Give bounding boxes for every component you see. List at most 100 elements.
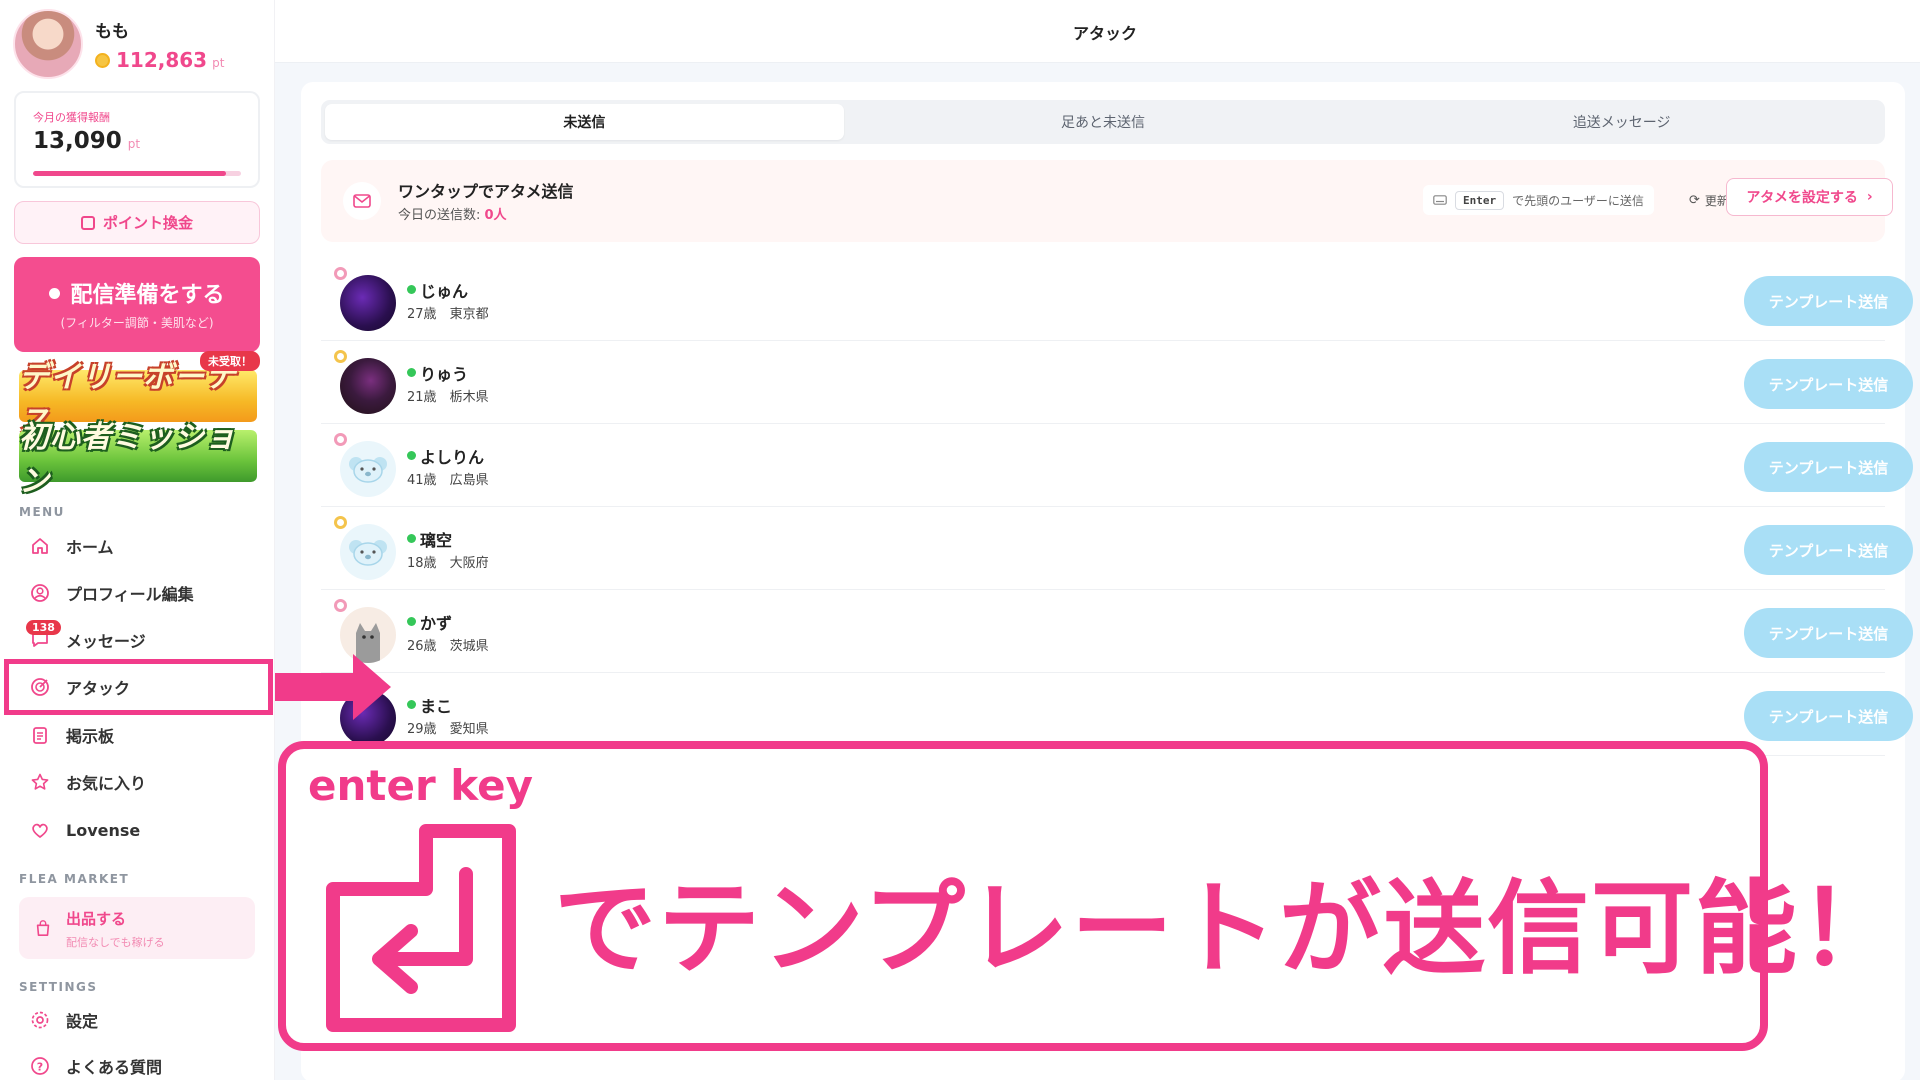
user-location: 茨城県 [449, 639, 489, 654]
earnings-progress-fill [33, 171, 227, 176]
user-name: よしりん [420, 448, 485, 467]
page-title: アタック [1072, 24, 1137, 43]
status-ring-icon [334, 516, 347, 529]
user-row[interactable]: じゅん 27歳 東京都 テンプレート送信 [321, 258, 1913, 341]
user-avatar[interactable] [340, 275, 396, 331]
user-location: 愛知県 [449, 722, 489, 737]
user-location: 栃木県 [449, 390, 489, 405]
user-location: 東京都 [449, 307, 489, 322]
user-name: もも [95, 22, 129, 42]
tab-follow-up-message[interactable]: 追送メッセージ [1362, 104, 1881, 140]
points-unit: pt [212, 56, 225, 70]
menu-label-lovense: Lovense [66, 820, 141, 840]
menu-label-message: メッセージ [66, 632, 146, 651]
menu-item-home[interactable]: ホーム [10, 524, 265, 568]
user-avatar[interactable] [340, 441, 396, 497]
user-list: じゅん 27歳 東京都 テンプレート送信 りゅう 21歳 栃木県 テンプレート送信 よしりん… [321, 258, 1913, 756]
menu-item-message[interactable]: 138 メッセージ [10, 618, 265, 662]
screen: もも 112,863 pt 今月の獲得報酬 13,090 pt ポイント換金 配… [0, 0, 1920, 1080]
menu-item-profile[interactable]: プロフィール編集 [10, 571, 265, 615]
status-ring-icon [334, 599, 347, 612]
enter-key-label: Enter [1455, 190, 1505, 210]
user-row[interactable]: りゅう 21歳 栃木県 テンプレート送信 [321, 341, 1913, 424]
live-dot-icon [49, 287, 61, 299]
template-send-button[interactable]: テンプレート送信 [1744, 276, 1913, 326]
menu-item-lovense[interactable]: Lovense [10, 808, 265, 852]
user-meta: 41歳 広島県 [407, 469, 489, 488]
user-row[interactable]: かず 26歳 茨城県 テンプレート送信 [321, 590, 1913, 673]
refresh-button[interactable]: ⟳ 更新 [1689, 192, 1729, 209]
coin-icon [95, 53, 110, 68]
annotation-arrow-head [353, 654, 391, 720]
user-name: 璃空 [420, 531, 453, 550]
user-name: りゅう [420, 365, 469, 384]
user-name: まこ [420, 697, 453, 716]
menu-item-board[interactable]: 掲示板 [10, 713, 265, 757]
unclaimed-badge: 未受取！ [200, 351, 260, 371]
user-avatar[interactable] [340, 358, 396, 414]
mail-icon [343, 182, 381, 220]
today-send-count-value: 0人 [484, 208, 507, 223]
page-header: アタック [275, 0, 1920, 63]
exchange-icon [80, 215, 95, 230]
template-send-button[interactable]: テンプレート送信 [1744, 359, 1913, 409]
earnings-progress-bar [33, 171, 241, 176]
template-send-button[interactable]: テンプレート送信 [1744, 608, 1913, 658]
home-icon [32, 538, 48, 554]
stream-button-subtitle: (フィルター調節・美肌など) [60, 316, 214, 330]
status-ring-icon [334, 433, 347, 446]
svg-text:?: ? [37, 1061, 43, 1074]
flea-market-list-button[interactable]: 出品する 配信なしでも稼げる [19, 897, 255, 959]
shopping-bag-icon [36, 920, 50, 937]
menu-item-attack[interactable]: アタック [10, 665, 265, 709]
menu-label-attack: アタック [66, 679, 131, 698]
user-avatar[interactable] [13, 9, 83, 79]
target-icon [31, 678, 49, 696]
one-tap-title: ワンタップでアタメ送信 [398, 182, 574, 201]
user-avatar[interactable] [340, 524, 396, 580]
tab-bar: 未送信 足あと未送信 追送メッセージ [321, 100, 1885, 144]
chevron-right-icon: › [1866, 189, 1873, 205]
annotation-message: でテンプレートが送信可能！ [554, 870, 1903, 989]
menu-item-favorites[interactable]: お気に入り [10, 760, 265, 804]
menu-label-board: 掲示板 [66, 727, 115, 746]
point-exchange-button[interactable]: ポイント換金 [14, 201, 260, 244]
tab-unsent[interactable]: 未送信 [325, 104, 844, 140]
prepare-stream-button[interactable]: 配信準備をする (フィルター調節・美肌など) [14, 257, 260, 352]
user-row[interactable]: 璃空 18歳 大阪府 テンプレート送信 [321, 507, 1913, 590]
status-ring-icon [334, 267, 347, 280]
settings-section-label: SETTINGS [19, 980, 98, 994]
online-status-icon [407, 451, 416, 460]
keyboard-icon [1433, 195, 1447, 205]
online-status-icon [407, 534, 416, 543]
user-row[interactable]: よしりん 41歳 広島県 テンプレート送信 [321, 424, 1913, 507]
template-send-button[interactable]: テンプレート送信 [1744, 442, 1913, 492]
points-display: 112,863 pt [95, 48, 224, 72]
menu-label-faq: よくある質問 [66, 1058, 163, 1077]
menu-item-settings[interactable]: 設定 [10, 998, 265, 1042]
points-value: 112,863 [116, 48, 208, 72]
online-status-icon [407, 285, 416, 294]
user-meta: 26歳 茨城県 [407, 635, 489, 654]
menu-item-faq[interactable]: ? よくある質問 [10, 1044, 265, 1080]
beginner-mission-banner[interactable]: 初心者ミッション [19, 420, 257, 499]
point-exchange-label: ポイント換金 [102, 214, 193, 232]
board-icon [33, 727, 47, 744]
template-send-button[interactable]: テンプレート送信 [1744, 691, 1913, 741]
enter-key-icon [326, 824, 516, 1032]
user-age: 27歳 [407, 307, 437, 322]
user-age: 29歳 [407, 722, 437, 737]
set-attack-message-button[interactable]: アタメを設定する › [1726, 178, 1893, 216]
gear-icon [31, 1011, 49, 1029]
user-meta: 18歳 大阪府 [407, 552, 489, 571]
menu-section-label: MENU [19, 505, 65, 519]
sidebar: もも 112,863 pt 今月の獲得報酬 13,090 pt ポイント換金 配… [0, 0, 275, 1080]
menu-label-settings: 設定 [66, 1012, 99, 1031]
user-meta: 27歳 東京都 [407, 303, 489, 322]
earnings-value: 13,090 [33, 128, 122, 154]
profile-icon [31, 584, 49, 602]
template-send-button[interactable]: テンプレート送信 [1744, 525, 1913, 575]
tab-footprint-unsent[interactable]: 足あと未送信 [844, 104, 1363, 140]
today-send-count: 今日の送信数: 0人 [398, 208, 507, 223]
user-age: 41歳 [407, 473, 437, 488]
